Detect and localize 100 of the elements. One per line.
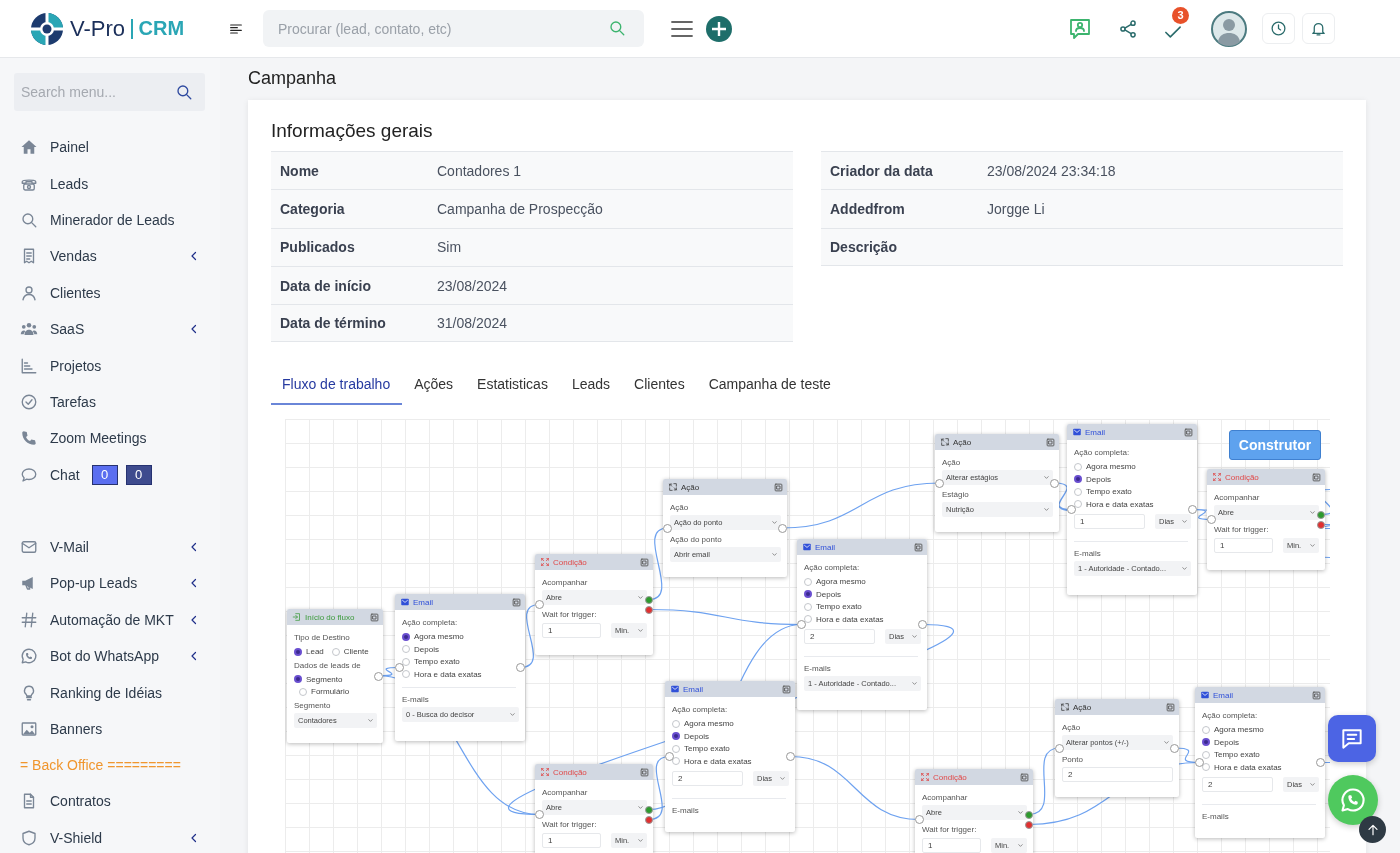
- menu-item[interactable]: Contratos: [50, 793, 111, 810]
- tab[interactable]: Leads: [559, 367, 623, 406]
- connection-port[interactable]: [1170, 744, 1179, 753]
- expand-icon[interactable]: [512, 598, 521, 607]
- input-field[interactable]: 2: [1202, 777, 1273, 793]
- radio-button[interactable]: [1202, 738, 1210, 747]
- connection-port[interactable]: [918, 620, 927, 630]
- input-field[interactable]: 1: [1214, 538, 1273, 554]
- search-field[interactable]: Procurar (lead, contato, etc): [263, 10, 644, 47]
- menu-item[interactable]: Ranking de Idéias: [50, 684, 163, 701]
- menu-item[interactable]: Bot do WhatsApp: [50, 648, 159, 665]
- tab[interactable]: Estatisticas: [465, 367, 560, 406]
- menu-item[interactable]: SaaS: [50, 321, 85, 338]
- expand-icon[interactable]: [782, 685, 791, 694]
- radio-button[interactable]: [804, 602, 812, 611]
- radio-button[interactable]: [331, 647, 340, 656]
- radio-button[interactable]: [1074, 500, 1082, 509]
- radio-button[interactable]: [1074, 475, 1082, 484]
- input-field[interactable]: 1: [922, 838, 981, 853]
- tab[interactable]: Fluxo de trabalho: [271, 367, 403, 406]
- menu-item[interactable]: Tarefas: [50, 393, 96, 410]
- menu-item[interactable]: Zoom Meetings: [50, 430, 147, 447]
- tab[interactable]: Campanha de teste: [696, 367, 843, 406]
- scroll-top-button[interactable]: [1359, 816, 1386, 843]
- tab[interactable]: Ações: [402, 367, 466, 406]
- input-field[interactable]: 2: [804, 629, 875, 645]
- connection-port[interactable]: [535, 810, 544, 820]
- menu-item[interactable]: Minerador de Leads: [50, 211, 175, 228]
- count-badge: 0: [125, 464, 152, 485]
- menu-item[interactable]: Chat: [50, 466, 80, 483]
- expand-icon[interactable]: [1312, 691, 1321, 700]
- input-field[interactable]: 1: [542, 623, 601, 639]
- menu-item[interactable]: Painel: [50, 139, 89, 156]
- radio-button[interactable]: [402, 657, 410, 666]
- menu-item[interactable]: Pop-up Leads: [50, 575, 138, 592]
- input-field[interactable]: 1: [542, 833, 601, 849]
- radio-button[interactable]: [402, 632, 410, 641]
- connection-port[interactable]: [665, 752, 674, 762]
- menu-item[interactable]: Clientes: [50, 284, 101, 301]
- chat-button[interactable]: [1328, 715, 1376, 762]
- menu-item[interactable]: Projetos: [50, 357, 102, 374]
- expand-icon[interactable]: [1184, 428, 1193, 437]
- connection-port[interactable]: [1050, 479, 1059, 488]
- radio-button[interactable]: [402, 645, 410, 654]
- menu-item[interactable]: Leads: [50, 175, 89, 192]
- search-field[interactable]: Search menu...: [14, 73, 205, 111]
- radio-button[interactable]: [402, 670, 410, 679]
- menu-item[interactable]: V-Shield: [50, 829, 103, 846]
- connection-port[interactable]: [1067, 505, 1076, 515]
- input-field[interactable]: 2: [1062, 767, 1173, 783]
- notifications-button[interactable]: [1302, 13, 1335, 44]
- radio-button[interactable]: [294, 647, 302, 656]
- expand-icon[interactable]: [1166, 703, 1175, 712]
- connection-port[interactable]: [1055, 744, 1064, 753]
- radio-button[interactable]: [1074, 487, 1082, 496]
- menu-item[interactable]: Banners: [50, 721, 103, 738]
- connection-port[interactable]: [395, 663, 404, 673]
- share-icon[interactable]: [1118, 18, 1138, 39]
- connection-port[interactable]: [935, 479, 944, 488]
- radio-button[interactable]: [1074, 462, 1082, 471]
- arrows-icon: [668, 482, 678, 493]
- radio-button[interactable]: [672, 744, 680, 753]
- connection-port[interactable]: [663, 524, 672, 533]
- expand-icon[interactable]: [1046, 438, 1055, 447]
- radio-button[interactable]: [294, 675, 302, 684]
- radio-button[interactable]: [804, 577, 812, 586]
- tab[interactable]: Clientes: [622, 367, 697, 406]
- radio-button[interactable]: [1202, 725, 1210, 734]
- expand-icon[interactable]: [640, 558, 649, 567]
- expand-icon[interactable]: [1020, 773, 1029, 782]
- search-icon[interactable]: [175, 83, 193, 101]
- menu-item[interactable]: V-Mail: [50, 539, 89, 556]
- connection-port[interactable]: [797, 620, 806, 630]
- connection-port[interactable]: [786, 752, 795, 762]
- input-field[interactable]: 2: [672, 771, 743, 787]
- connection-port[interactable]: [778, 524, 787, 533]
- connection-port[interactable]: [915, 815, 924, 825]
- radio-button[interactable]: [299, 687, 307, 696]
- radio-button[interactable]: [672, 719, 680, 728]
- radio-button[interactable]: [672, 732, 680, 741]
- connection-port[interactable]: [374, 671, 383, 681]
- add-button[interactable]: [706, 15, 732, 42]
- contact-chat-icon[interactable]: [1068, 16, 1092, 41]
- menu-item[interactable]: Vendas: [50, 248, 97, 265]
- expand-icon[interactable]: [774, 483, 783, 492]
- expand-icon[interactable]: [914, 543, 923, 552]
- connection-port[interactable]: [1195, 758, 1204, 768]
- avatar[interactable]: [1211, 10, 1247, 47]
- checkmark-icon[interactable]: [1165, 25, 1181, 38]
- connection-port[interactable]: [535, 600, 544, 610]
- menu-item[interactable]: Automação de MKT: [50, 611, 174, 628]
- expand-icon[interactable]: [1312, 473, 1321, 482]
- input-field[interactable]: 1: [1074, 514, 1145, 530]
- connection-port[interactable]: [516, 663, 525, 673]
- clock-button[interactable]: [1262, 13, 1295, 44]
- radio-button[interactable]: [804, 590, 812, 599]
- expand-icon[interactable]: [640, 768, 649, 777]
- expand-icon[interactable]: [370, 613, 379, 622]
- connection-port[interactable]: [1316, 758, 1325, 768]
- radio-button[interactable]: [1202, 750, 1210, 759]
